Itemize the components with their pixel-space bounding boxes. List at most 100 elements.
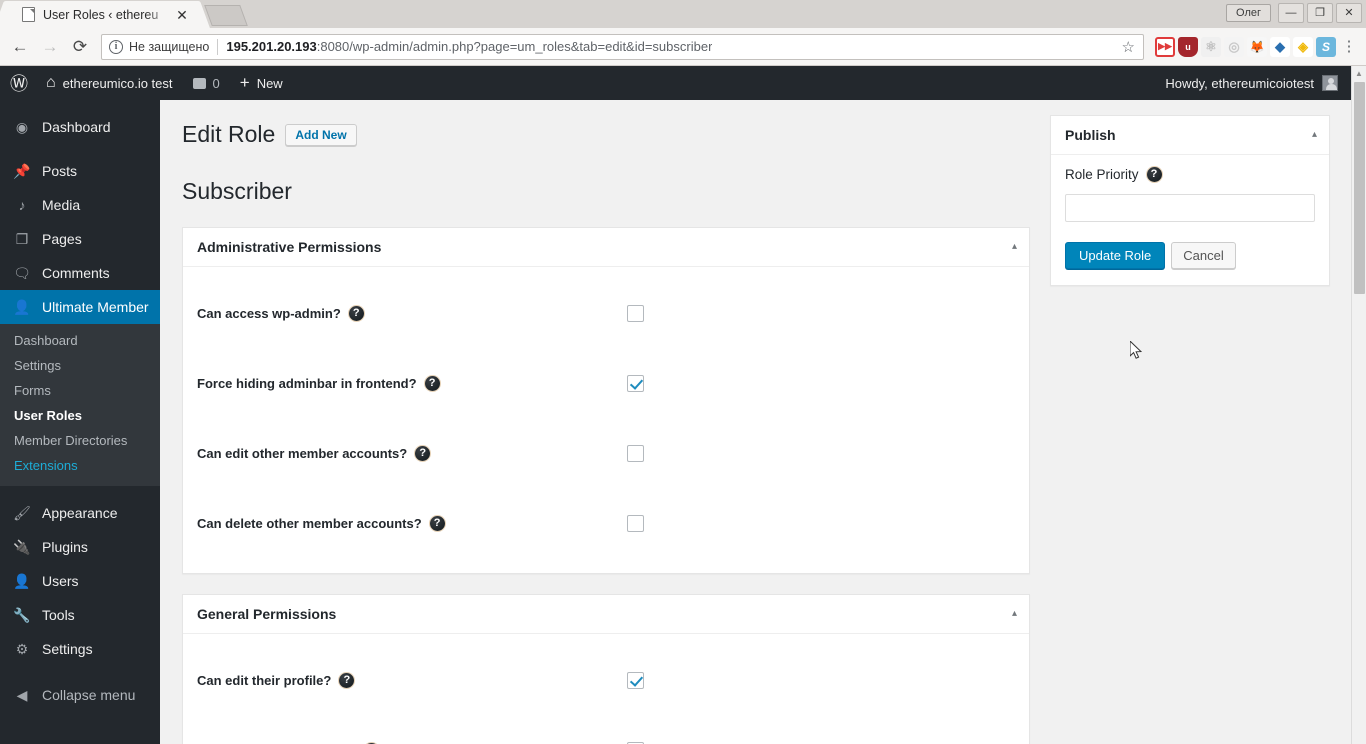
field-label: Can access wp-admin? ? <box>197 306 627 322</box>
help-icon[interactable]: ? <box>1146 167 1162 182</box>
browser-tab[interactable]: User Roles ‹ ethereu ✕ <box>8 1 196 28</box>
browser-menu-icon[interactable]: ⋮ <box>1338 39 1360 54</box>
info-icon[interactable]: i <box>109 39 123 54</box>
sidebar-item-label: Settings <box>42 641 93 657</box>
wordpress-logo-icon[interactable]: Ⓦ <box>0 66 36 100</box>
submenu-item-dashboard[interactable]: Dashboard <box>0 328 160 353</box>
cancel-button[interactable]: Cancel <box>1171 242 1236 269</box>
sidebar-item-posts[interactable]: 📌 Posts <box>0 154 160 188</box>
field-row: Force hiding adminbar in frontend? ? <box>197 349 1015 419</box>
bookmark-star-icon[interactable]: ☆ <box>1118 38 1139 56</box>
plug-icon: 🔌 <box>13 538 31 555</box>
react-devtools-icon[interactable]: ⚛ <box>1201 36 1221 57</box>
field-label-text: Can edit their profile? <box>197 673 332 689</box>
brush-icon: 🖌 <box>13 504 31 521</box>
sidebar-item-plugins[interactable]: 🔌 Plugins <box>0 530 160 564</box>
submenu-item-settings[interactable]: Settings <box>0 353 160 378</box>
field-label: Can delete other member accounts? ? <box>197 516 627 532</box>
publish-panel-header[interactable]: Publish ▴ <box>1051 116 1329 155</box>
field-label-text: Can access wp-admin? <box>197 306 341 322</box>
field-row: Can edit their profile? ? <box>197 646 1015 716</box>
update-role-button[interactable]: Update Role <box>1065 242 1166 269</box>
sidebar-item-label: Comments <box>42 265 110 281</box>
s-extension-icon[interactable]: S <box>1316 36 1336 57</box>
field-label: Force hiding adminbar in frontend? ? <box>197 376 627 392</box>
pages-icon: ❐ <box>15 230 29 247</box>
field-label: Can edit their profile? ? <box>197 673 627 689</box>
panel-title: Administrative Permissions <box>197 238 382 255</box>
maximize-button[interactable]: ❐ <box>1307 3 1333 23</box>
security-status-text: Не защищено <box>129 39 210 54</box>
add-new-button[interactable]: Add New <box>285 123 357 146</box>
sidebar-item-settings[interactable]: ⚙ Settings <box>0 632 160 666</box>
role-priority-label: Role Priority ? <box>1065 167 1315 182</box>
content-columns: Edit Role Add New Subscriber Administrat… <box>182 110 1346 744</box>
minimize-button[interactable]: — <box>1278 3 1304 23</box>
page-favicon-icon <box>22 7 35 22</box>
new-content-menu[interactable]: + New <box>230 66 293 100</box>
scroll-up-arrow-icon[interactable]: ▲ <box>1352 66 1366 80</box>
comments-count: 0 <box>212 75 220 91</box>
chevron-up-icon[interactable]: ▴ <box>1312 130 1317 140</box>
help-icon[interactable]: ? <box>339 673 355 689</box>
page-scrollbar[interactable]: ▲ <box>1351 66 1366 744</box>
sidebar-item-media[interactable]: ♪ Media <box>0 188 160 222</box>
sidebar-item-pages[interactable]: ❐ Pages <box>0 222 160 256</box>
sidebar-item-ultimate-member[interactable]: 👤 Ultimate Member <box>0 290 160 324</box>
users-icon: 👤 <box>13 572 31 589</box>
circle-extension-icon[interactable]: ◎ <box>1224 36 1244 57</box>
submenu-item-user-roles[interactable]: User Roles <box>0 403 160 428</box>
checkbox-can-delete-other-member-accounts[interactable] <box>627 515 644 533</box>
account-menu[interactable]: Howdy, ethereumicoiotest <box>1165 75 1366 91</box>
help-icon[interactable]: ? <box>415 446 431 462</box>
binance-extension-icon[interactable]: ◈ <box>1293 36 1313 57</box>
chevron-up-icon[interactable]: ▴ <box>1012 608 1017 619</box>
sidebar-item-label: Media <box>42 197 81 213</box>
scrollbar-thumb[interactable] <box>1354 82 1365 294</box>
url-text: 195.201.20.193:8080/wp-admin/admin.php?p… <box>226 39 712 54</box>
help-icon[interactable]: ? <box>424 376 440 392</box>
checkbox-can-edit-their-profile[interactable] <box>627 672 644 690</box>
role-priority-label-text: Role Priority <box>1065 167 1139 182</box>
browser-toolbar: ← → ⟳ i Не защищено 195.201.20.193:8080/… <box>0 28 1366 66</box>
sidebar-item-tools[interactable]: 🔧 Tools <box>0 598 160 632</box>
chevron-up-icon[interactable]: ▴ <box>1012 241 1017 252</box>
comments-menu[interactable]: 0 <box>183 66 230 100</box>
sidebar-separator-2 <box>0 486 160 496</box>
forward-extension-icon[interactable]: ▶▶ <box>1155 36 1175 57</box>
diamond-extension-icon[interactable]: ◆ <box>1270 36 1290 57</box>
help-icon[interactable]: ? <box>348 306 364 322</box>
sidebar-item-users[interactable]: 👤 Users <box>0 564 160 598</box>
back-button[interactable]: ← <box>6 33 34 61</box>
field-label-text: Can edit other member accounts? <box>197 446 408 462</box>
avatar <box>1322 75 1338 91</box>
checkbox-force-hiding-adminbar[interactable] <box>627 375 644 393</box>
field-row: Can edit other member accounts? ? <box>197 419 1015 489</box>
browser-profile-chip[interactable]: Олег <box>1226 4 1271 22</box>
new-tab-button[interactable] <box>204 5 248 26</box>
panel-header[interactable]: Administrative Permissions ▴ <box>183 228 1029 267</box>
site-name-label: ethereumico.io test <box>62 75 173 91</box>
collapse-menu-button[interactable]: ◀ Collapse menu <box>0 678 160 712</box>
site-name-menu[interactable]: ⌂ ethereumico.io test <box>36 66 183 100</box>
checkbox-can-access-wp-admin[interactable] <box>627 305 644 323</box>
close-icon[interactable]: ✕ <box>174 8 190 22</box>
address-bar[interactable]: i Не защищено 195.201.20.193:8080/wp-adm… <box>101 33 1144 60</box>
panel-header[interactable]: General Permissions ▴ <box>183 595 1029 634</box>
submenu-item-member-directories[interactable]: Member Directories <box>0 428 160 453</box>
submenu-item-forms[interactable]: Forms <box>0 378 160 403</box>
shield-extension-icon[interactable]: u <box>1178 36 1198 57</box>
forward-button[interactable]: → <box>36 33 64 61</box>
checkbox-can-edit-other-member-accounts[interactable] <box>627 445 644 463</box>
close-window-button[interactable]: ✕ <box>1336 3 1362 23</box>
help-icon[interactable]: ? <box>429 516 445 532</box>
sidebar-item-dashboard[interactable]: ◉ Dashboard <box>0 110 160 144</box>
reload-button[interactable]: ⟳ <box>66 33 94 61</box>
publish-title: Publish <box>1065 127 1116 143</box>
sidebar-item-comments[interactable]: 🗨 Comments <box>0 256 160 290</box>
sidebar-item-appearance[interactable]: 🖌 Appearance <box>0 496 160 530</box>
submenu-item-extensions[interactable]: Extensions <box>0 453 160 478</box>
field-label-text: Can delete other member accounts? <box>197 516 422 532</box>
fox-extension-icon[interactable]: 🦊 <box>1247 36 1267 57</box>
role-priority-input[interactable] <box>1065 194 1315 222</box>
